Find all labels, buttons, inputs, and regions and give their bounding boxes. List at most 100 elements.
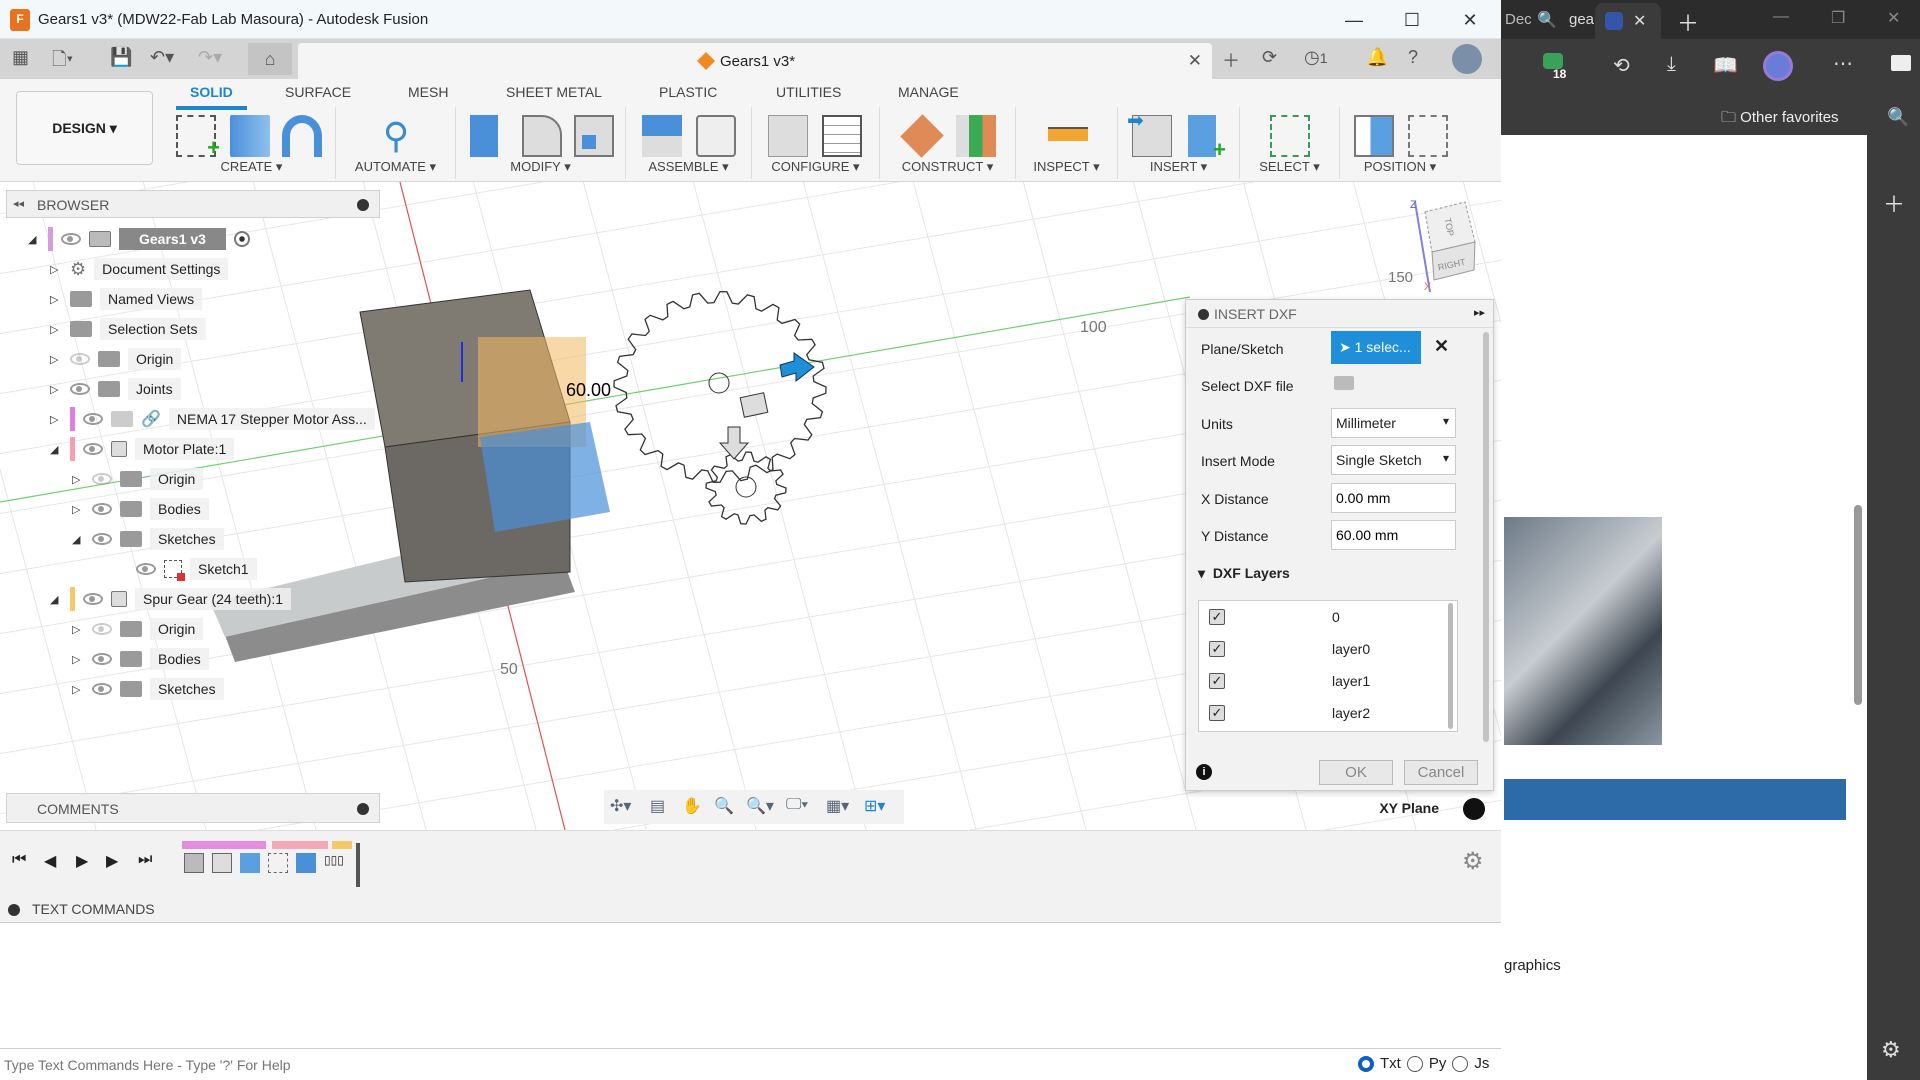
- dialog-collapse-icon[interactable]: [1198, 309, 1209, 320]
- close-window-button[interactable]: ✕: [1450, 6, 1490, 34]
- activate-radio-icon[interactable]: [233, 231, 250, 247]
- cancel-button[interactable]: Cancel: [1404, 760, 1478, 785]
- user-avatar[interactable]: [1452, 44, 1482, 74]
- select-menu[interactable]: SELECT ▾: [1240, 159, 1339, 175]
- downloads-icon[interactable]: ⤓: [1667, 53, 1676, 76]
- browser-item[interactable]: ▷ Sketches: [72, 676, 224, 702]
- automate-menu[interactable]: AUTOMATE ▾: [336, 159, 455, 175]
- fit-icon[interactable]: 🔍▾: [746, 796, 774, 816]
- search-icon[interactable]: 🔍: [1887, 107, 1909, 128]
- undo-icon[interactable]: ↶▾: [150, 47, 174, 68]
- file-menu-icon[interactable]: 🗋▾: [52, 47, 73, 77]
- active-browser-tab[interactable]: ✕: [1595, 3, 1661, 39]
- blue-banner[interactable]: [1504, 779, 1846, 820]
- text-command-input[interactable]: [4, 1053, 1344, 1077]
- dxf-layer-row[interactable]: ✓ layer1: [1199, 665, 1439, 697]
- tab-mesh[interactable]: MESH: [408, 84, 448, 100]
- visibility-eye-icon[interactable]: [83, 413, 103, 425]
- new-tab-icon[interactable]: ＋: [1222, 47, 1240, 73]
- offset-plane-icon[interactable]: [900, 114, 944, 158]
- fillet-icon[interactable]: [522, 115, 562, 157]
- dxf-layer-row[interactable]: ✓ layer0: [1199, 633, 1439, 665]
- shell-icon[interactable]: [574, 115, 614, 157]
- press-pull-icon[interactable]: [470, 115, 498, 157]
- insert-derive-icon[interactable]: ➡: [1127, 110, 1172, 157]
- dxf-layer-row[interactable]: ✓ layer2: [1199, 697, 1439, 729]
- close-tab-icon[interactable]: ✕: [1188, 51, 1202, 71]
- previous-step-icon[interactable]: ◀: [44, 851, 56, 871]
- browser-item[interactable]: ◢ Spur Gear (24 teeth):1: [50, 586, 292, 612]
- visibility-eye-icon[interactable]: [92, 533, 112, 545]
- layers-scrollbar[interactable]: [1448, 603, 1453, 729]
- workspace-switcher[interactable]: DESIGN ▾: [16, 91, 153, 165]
- midplane-icon[interactable]: [956, 115, 996, 157]
- extensions-icon[interactable]: ⟳: [1262, 47, 1277, 68]
- browser-tab[interactable]: Dec: [1505, 11, 1532, 28]
- py-radio[interactable]: [1406, 1055, 1423, 1072]
- dialog-header[interactable]: INSERT DXF ▸▸: [1186, 300, 1493, 328]
- expand-toggle-icon[interactable]: ▷: [50, 353, 62, 366]
- timeline-more-icon[interactable]: ▯▯▯: [324, 853, 344, 875]
- tab-sheet-metal[interactable]: SHEET METAL: [506, 84, 602, 100]
- next-step-icon[interactable]: ▶: [106, 851, 118, 871]
- revert-position-icon[interactable]: [1408, 115, 1448, 157]
- extrude-icon[interactable]: [230, 115, 270, 157]
- reading-view-icon[interactable]: 📖: [1713, 53, 1738, 78]
- browser-item[interactable]: ▷ Named Views: [50, 286, 203, 312]
- insert-mode-dropdown[interactable]: Single Sketch: [1331, 445, 1456, 475]
- browser-item[interactable]: ◢ Motor Plate:1: [50, 436, 235, 462]
- job-status-icon[interactable]: ◷1: [1304, 47, 1328, 68]
- first-step-icon[interactable]: ⏮: [12, 851, 26, 869]
- viewports-icon[interactable]: ⊞▾: [864, 796, 885, 816]
- create-menu[interactable]: CREATE ▾: [168, 159, 335, 175]
- minimize-icon[interactable]: —: [1773, 8, 1789, 26]
- timeline-feature-icon[interactable]: [184, 853, 204, 873]
- expand-toggle-icon[interactable]: ▷: [72, 503, 84, 516]
- expand-toggle-icon[interactable]: ▷: [72, 653, 84, 666]
- select-window-icon[interactable]: [1270, 115, 1310, 157]
- browser-item[interactable]: ▷ Joints: [50, 376, 181, 402]
- browser-item[interactable]: ▷ Origin: [72, 616, 204, 642]
- tab-utilities[interactable]: UTILITIES: [776, 84, 841, 100]
- dxf-layers-toggle[interactable]: ▾ DXF Layers: [1198, 565, 1290, 582]
- display-settings-icon[interactable]: [1463, 798, 1485, 820]
- clear-selection-icon[interactable]: ✕: [1434, 336, 1449, 357]
- expand-toggle-icon[interactable]: ▷: [50, 383, 62, 396]
- dxf-layer-row[interactable]: ✓ 0: [1199, 601, 1439, 633]
- expand-toggle-icon[interactable]: ▷: [50, 263, 62, 276]
- orbit-icon[interactable]: ✣▾: [610, 796, 631, 816]
- x-distance-input[interactable]: [1331, 483, 1456, 513]
- layer-checkbox[interactable]: ✓: [1209, 673, 1225, 689]
- visibility-eye-icon[interactable]: [92, 473, 112, 485]
- browser-item[interactable]: ▷ Bodies: [72, 496, 209, 522]
- capture-position-icon[interactable]: [1354, 115, 1394, 157]
- grid-icon[interactable]: ▦▾: [826, 796, 849, 816]
- look-at-icon[interactable]: ▤: [650, 796, 665, 816]
- help-icon[interactable]: ?: [1408, 47, 1418, 68]
- browser-tab[interactable]: gea: [1569, 11, 1594, 28]
- assemble-menu[interactable]: ASSEMBLE ▾: [626, 159, 751, 175]
- tab-plastic[interactable]: PLASTIC: [659, 84, 717, 100]
- dialog-scrollbar[interactable]: [1483, 332, 1489, 742]
- browser-item[interactable]: ▷ ⚙ Document Settings: [50, 256, 229, 282]
- play-icon[interactable]: ▶: [76, 851, 88, 871]
- browser-panel-header[interactable]: ◂◂ BROWSER: [6, 190, 380, 218]
- browser-item[interactable]: ▷ Origin: [50, 346, 182, 372]
- visibility-eye-icon[interactable]: [92, 683, 112, 695]
- app-grid-icon[interactable]: ▦: [12, 47, 29, 68]
- visibility-eye-icon[interactable]: [136, 563, 156, 575]
- expand-toggle-icon[interactable]: ▷: [50, 293, 62, 306]
- browser-pin-icon[interactable]: [357, 199, 369, 211]
- zoom-icon[interactable]: 🔍: [714, 796, 734, 816]
- browser-item[interactable]: ▷ 🔗 NEMA 17 Stepper Motor Ass...: [50, 406, 375, 432]
- configuration-table-icon[interactable]: [822, 115, 862, 157]
- browser-item[interactable]: ▷ Bodies: [72, 646, 209, 672]
- text-commands-header[interactable]: TEXT COMMANDS: [0, 896, 1501, 922]
- plane-sketch-selection[interactable]: ➤ 1 selec...: [1331, 331, 1421, 364]
- document-tab[interactable]: Gears1 v3* ✕: [298, 43, 1212, 79]
- home-icon[interactable]: ⌂: [248, 43, 292, 75]
- visibility-eye-icon[interactable]: [83, 443, 103, 455]
- restore-icon[interactable]: ❐: [1831, 8, 1845, 28]
- viewcube[interactable]: Z X TOP RIGHT: [1410, 199, 1476, 293]
- layer-checkbox[interactable]: ✓: [1209, 641, 1225, 657]
